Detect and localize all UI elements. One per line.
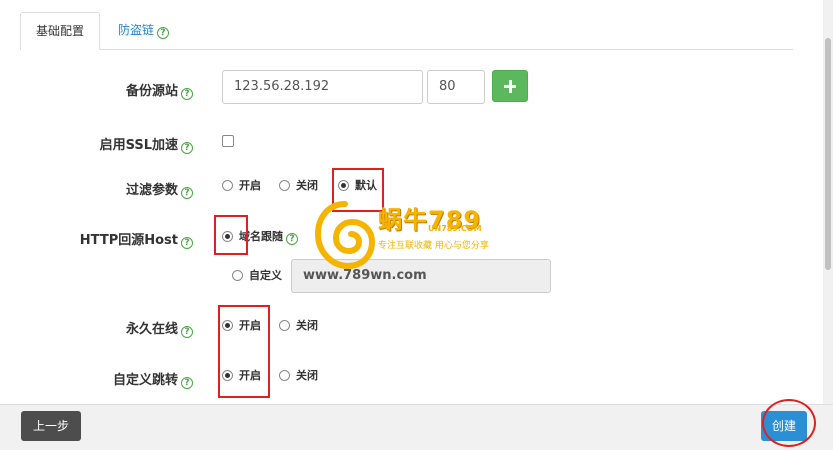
http-host-custom-label: 自定义 bbox=[249, 269, 282, 282]
always-online-label-text: 永久在线 bbox=[125, 322, 178, 337]
help-icon[interactable]: ? bbox=[181, 187, 193, 199]
http-host-label: HTTP回源Host? bbox=[80, 229, 193, 249]
filter-params-label: 过滤参数? bbox=[126, 179, 193, 199]
custom-redirect-off-label: 关闭 bbox=[296, 369, 318, 382]
annotation-highlight-box bbox=[214, 215, 248, 255]
watermark-logo: 蜗牛789 UN789.COM 专注互联收藏 用心与您分享 bbox=[312, 196, 532, 276]
tab-basic-config[interactable]: 基础配置 bbox=[20, 12, 100, 50]
snail-icon bbox=[314, 201, 376, 270]
filter-params-label-text: 过滤参数 bbox=[125, 183, 178, 198]
watermark-domain: UN789.COM bbox=[428, 224, 482, 233]
filter-params-off-label: 关闭 bbox=[296, 179, 318, 192]
annotation-highlight-circle bbox=[762, 399, 816, 447]
dialog-footer bbox=[0, 404, 833, 450]
custom-redirect-radio-off[interactable]: 关闭 bbox=[279, 369, 318, 383]
always-online-label: 永久在线? bbox=[126, 318, 193, 338]
tab-hotlink-protection[interactable]: 防盗链? bbox=[118, 12, 170, 50]
help-icon[interactable]: ? bbox=[181, 237, 193, 249]
tab-basic-config-label: 基础配置 bbox=[35, 24, 84, 38]
scrollbar-thumb[interactable] bbox=[825, 38, 831, 270]
radio-icon bbox=[222, 180, 233, 191]
help-icon[interactable]: ? bbox=[181, 142, 193, 154]
radio-icon bbox=[232, 270, 243, 281]
help-icon[interactable]: ? bbox=[157, 27, 170, 39]
filter-params-radio-off[interactable]: 关闭 bbox=[279, 179, 318, 193]
radio-icon bbox=[279, 180, 290, 191]
backup-source-port-input[interactable]: 80 bbox=[427, 70, 485, 104]
help-icon[interactable]: ? bbox=[181, 377, 193, 389]
annotation-highlight-box bbox=[218, 305, 270, 398]
http-host-label-text: HTTP回源Host bbox=[79, 233, 178, 248]
ssl-label: 启用SSL加速? bbox=[100, 134, 193, 154]
filter-params-on-label: 开启 bbox=[239, 179, 261, 192]
previous-step-button[interactable]: 上一步 bbox=[21, 411, 81, 441]
help-icon[interactable]: ? bbox=[286, 233, 298, 245]
add-source-button[interactable] bbox=[492, 70, 528, 102]
radio-icon bbox=[279, 370, 290, 381]
tab-bar: 基础配置 防盗链? bbox=[20, 12, 793, 50]
http-host-radio-custom[interactable]: 自定义 bbox=[232, 269, 282, 283]
filter-params-radio-on[interactable]: 开启 bbox=[222, 179, 261, 193]
watermark-slogan: 专注互联收藏 用心与您分享 bbox=[378, 238, 489, 251]
create-domain-dialog: 基础配置 防盗链? 备份源站? 123.56.28.192 80 启用SSL加速… bbox=[0, 0, 833, 450]
custom-redirect-label-text: 自定义跳转 bbox=[112, 373, 178, 388]
backup-source-label-text: 备份源站 bbox=[125, 84, 178, 99]
radio-icon bbox=[279, 320, 290, 331]
help-icon[interactable]: ? bbox=[181, 88, 193, 100]
ssl-checkbox[interactable] bbox=[222, 135, 234, 147]
ssl-label-text: 启用SSL加速 bbox=[99, 138, 178, 153]
tab-hotlink-protection-label: 防盗链 bbox=[118, 23, 155, 37]
always-online-radio-off[interactable]: 关闭 bbox=[279, 319, 318, 333]
backup-source-label: 备份源站? bbox=[126, 80, 193, 100]
always-online-off-label: 关闭 bbox=[296, 319, 318, 332]
custom-redirect-label: 自定义跳转? bbox=[113, 369, 193, 389]
backup-source-ip-input[interactable]: 123.56.28.192 bbox=[222, 70, 423, 104]
help-icon[interactable]: ? bbox=[181, 326, 193, 338]
